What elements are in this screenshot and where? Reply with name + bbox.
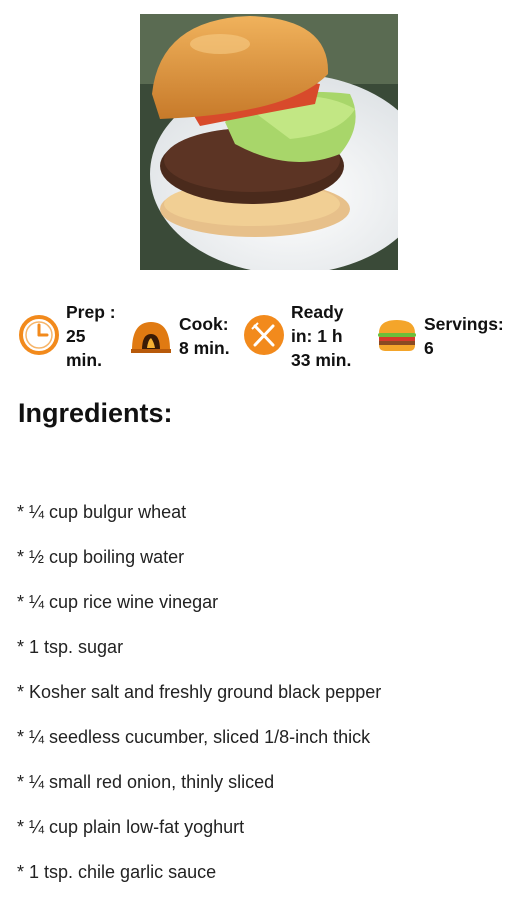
- ingredient-item: * Kosher salt and freshly ground black p…: [17, 682, 382, 702]
- ingredient-item: * ¼ cup plain low-fat yoghurt: [17, 817, 245, 837]
- ready-time-label: Ready in: 1 h 33 min.: [291, 302, 352, 370]
- recipe-photo: [140, 14, 398, 270]
- cook-time-stat: Cook: 8 min.: [130, 300, 241, 360]
- recipe-stats: Prep : 25 min. Cook: 8 min. Ready in: 1 …: [0, 300, 531, 380]
- prep-time-stat: Prep : 25 min.: [18, 300, 126, 372]
- burger-icon: [378, 320, 416, 351]
- fork-knife-icon: [244, 315, 284, 355]
- servings-label: Servings: 6: [424, 314, 504, 358]
- servings-stat: Servings: 6: [376, 300, 524, 360]
- clock-icon: [19, 315, 59, 355]
- ingredient-item: * ¼ cup rice wine vinegar: [17, 592, 219, 612]
- cook-time-label: Cook: 8 min.: [179, 314, 230, 358]
- ingredient-item: * ¼ cup bulgur wheat: [17, 502, 187, 522]
- ingredients-heading: Ingredients:: [18, 398, 173, 428]
- prep-time-label: Prep : 25 min.: [66, 302, 116, 370]
- ready-time-stat: Ready in: 1 h 33 min.: [243, 300, 371, 372]
- ingredient-item: * 1 tsp. sugar: [17, 637, 124, 657]
- ingredients-list: * ¼ cup bulgur wheat * ½ cup boiling wat…: [17, 500, 381, 905]
- oven-icon: [131, 322, 171, 353]
- ingredient-item: * ½ cup boiling water: [17, 547, 185, 567]
- ingredient-item: * ¼ small red onion, thinly sliced: [17, 772, 275, 792]
- ingredient-item: * 1 tsp. chile garlic sauce: [17, 862, 217, 882]
- ingredient-item: * ¼ seedless cucumber, sliced 1/8-inch t…: [17, 727, 371, 747]
